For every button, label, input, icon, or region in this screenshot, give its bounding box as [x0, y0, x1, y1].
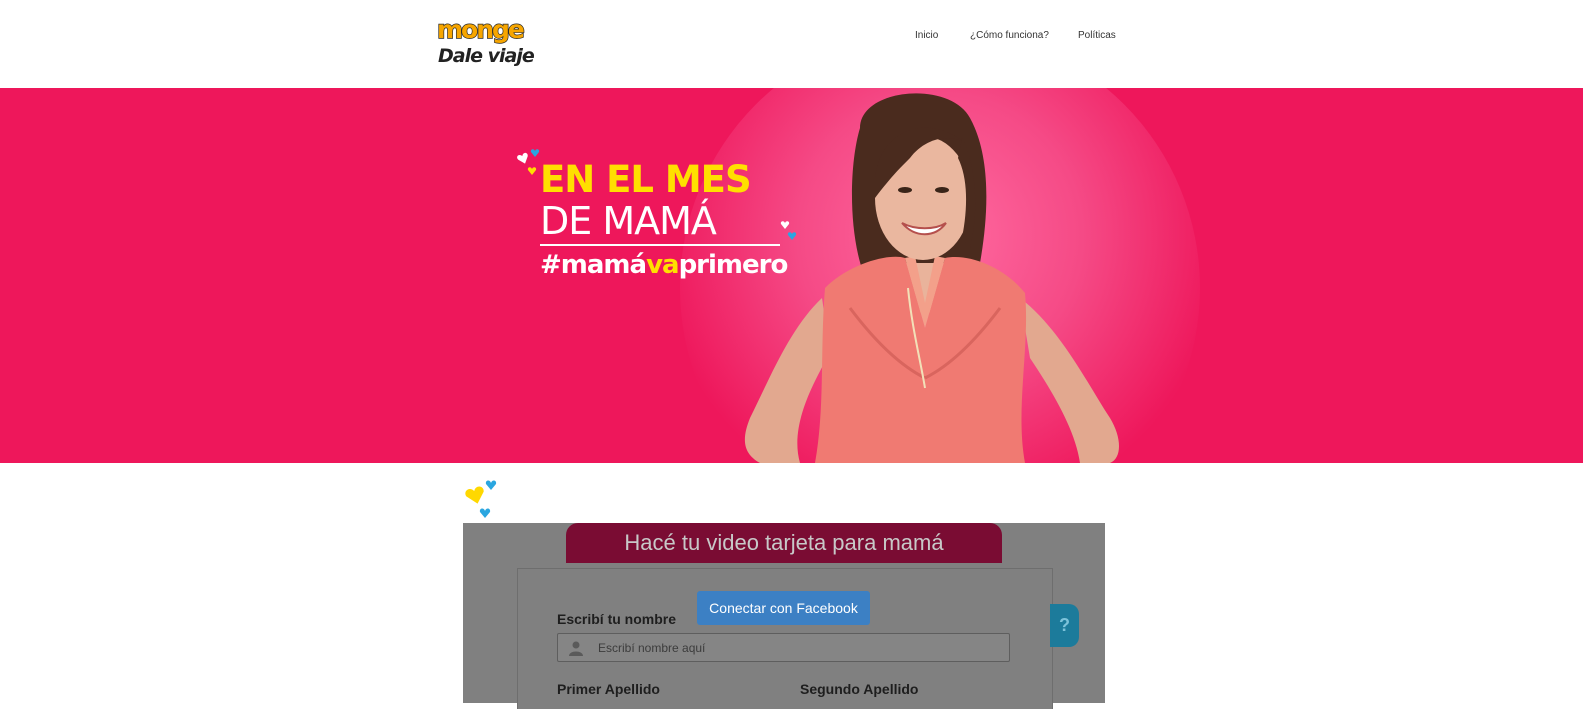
nav-politicas[interactable]: Políticas: [1078, 30, 1116, 41]
form-title: Hacé tu video tarjeta para mamá: [624, 530, 944, 555]
logo-tagline: Dale viaje: [438, 45, 535, 67]
second-surname-label: Segundo Apellido: [800, 681, 919, 697]
headline-line1: EN EL MES: [540, 158, 752, 201]
headline-line2: DE MAMÁ: [540, 199, 717, 243]
hero-banner: EN EL MES DE MAMÁ #mamávaprimero: [0, 88, 1583, 463]
facebook-connect-button[interactable]: Conectar con Facebook: [697, 591, 870, 625]
hashtag-part-2: va: [646, 250, 679, 280]
form-title-tab: Hacé tu video tarjeta para mamá: [566, 523, 1002, 563]
name-field[interactable]: [557, 633, 1010, 662]
user-icon: [569, 641, 583, 656]
nav-como-funciona[interactable]: ¿Cómo funciona?: [970, 30, 1049, 41]
site-header: monge Dale viaje Inicio ¿Cómo funciona? …: [0, 0, 1583, 88]
nav-inicio[interactable]: Inicio: [915, 30, 938, 41]
help-button[interactable]: ?: [1050, 604, 1079, 647]
first-surname-label: Primer Apellido: [557, 681, 660, 697]
logo-wordmark: monge: [436, 15, 525, 44]
name-label: Escribí tu nombre: [557, 611, 677, 627]
mother-photo: [744, 93, 1119, 463]
monge-logo[interactable]: monge Dale viaje: [436, 15, 541, 70]
name-input[interactable]: [598, 634, 998, 661]
hashtag-part-1: #mamá: [540, 250, 647, 280]
